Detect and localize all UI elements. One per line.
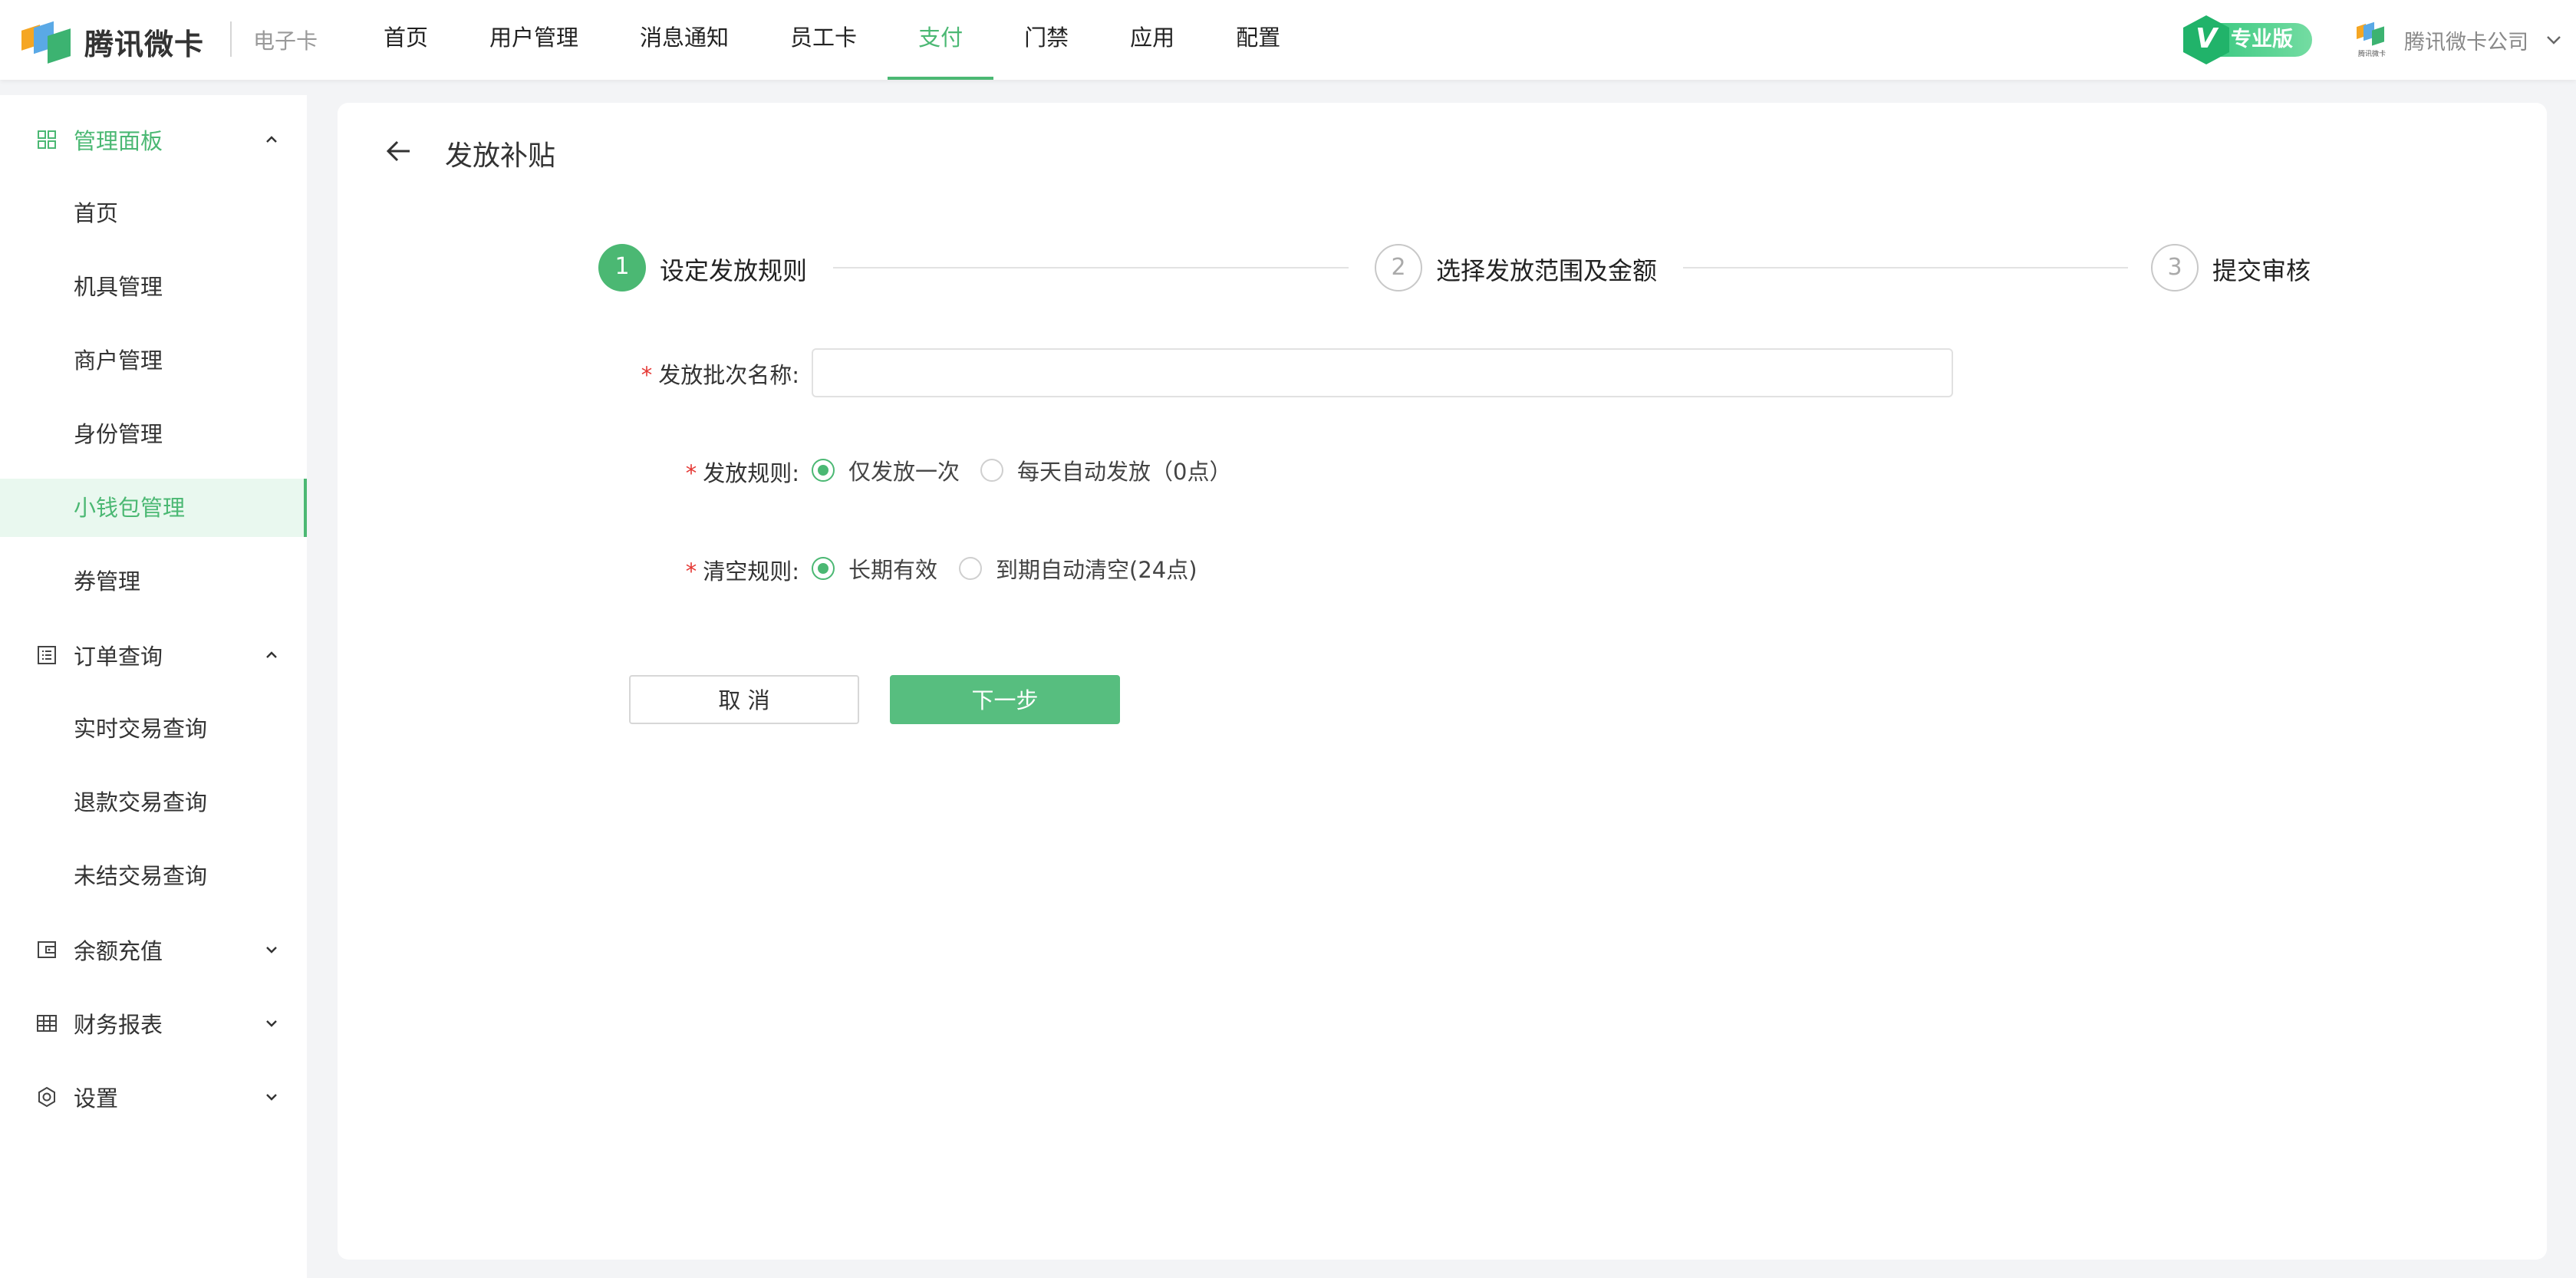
company-logo-caption: 腾讯微卡 [2357, 51, 2386, 58]
issue-rule-label: * 发放规则: [568, 456, 799, 488]
radio-unchecked-icon[interactable] [980, 459, 1003, 482]
clear-rule-label: * 清空规则: [568, 554, 799, 586]
step-3-label: 提交审核 [2212, 256, 2311, 285]
main-nav: 首页 用户管理 消息通知 员工卡 支付 门禁 应用 配置 [353, 0, 1311, 80]
sidebar-item-unsettled-transactions[interactable]: 未结交易查询 [0, 847, 307, 905]
top-bar: 腾讯微卡 电子卡 首页 用户管理 消息通知 员工卡 支付 门禁 应用 配置 V … [0, 0, 2576, 80]
radio-checked-icon[interactable] [812, 557, 835, 580]
sidebar-group-label: 管理面板 [74, 128, 163, 154]
nav-item-apps[interactable]: 应用 [1099, 0, 1205, 80]
sidebar-item-home[interactable]: 首页 [0, 184, 307, 242]
sidebar-group-dashboard[interactable]: 管理面板 [0, 103, 307, 176]
sidebar-item-device-management[interactable]: 机具管理 [0, 258, 307, 316]
sidebar-group-label: 财务报表 [74, 1012, 163, 1038]
sidebar-group-financial-reports[interactable]: 财务报表 [0, 986, 307, 1060]
order-list-icon [38, 646, 56, 664]
required-mark: * [685, 558, 697, 585]
required-mark: * [685, 460, 697, 486]
step-2-label: 选择发放范围及金额 [1436, 256, 1658, 285]
company-switcher[interactable]: 腾讯微卡 腾讯微卡公司 [2354, 18, 2564, 61]
brand-sub-title: 电子卡 [253, 28, 318, 54]
sidebar-group-label: 订单查询 [74, 644, 163, 670]
company-name: 腾讯微卡公司 [2404, 30, 2528, 54]
nav-item-payment[interactable]: 支付 [888, 0, 994, 80]
brand-name: 腾讯微卡 [84, 27, 205, 61]
clear-rule-long-term-option[interactable]: 长期有效 [812, 552, 937, 585]
company-logo-icon: 腾讯微卡 [2354, 21, 2390, 59]
sidebar-group-balance-recharge[interactable]: 余额充值 [0, 913, 307, 986]
sidebar-item-coupon-management[interactable]: 券管理 [0, 552, 307, 611]
nav-item-notifications[interactable]: 消息通知 [609, 0, 759, 80]
step-connector [1683, 267, 2128, 268]
cancel-button[interactable]: 取 消 [629, 675, 859, 724]
required-mark: * [641, 362, 653, 388]
issue-rule-daily-option[interactable]: 每天自动发放（0点） [980, 454, 1231, 486]
nav-item-config[interactable]: 配置 [1205, 0, 1311, 80]
next-step-button[interactable]: 下一步 [890, 675, 1120, 724]
clear-rule-expire-option[interactable]: 到期自动清空(24点) [959, 552, 1197, 585]
sidebar: 管理面板 首页 机具管理 商户管理 身份管理 小钱包管理 券管理 订单查询 实时… [0, 95, 307, 1278]
chevron-down-icon [2547, 36, 2561, 44]
clear-rule-expire-label: 到期自动清空(24点) [996, 557, 1197, 583]
clear-rule-label-text: 清空规则: [703, 558, 799, 585]
sidebar-group-settings[interactable]: 设置 [0, 1060, 307, 1134]
batch-name-label-text: 发放批次名称: [658, 362, 799, 388]
step-2-indicator: 2 [1375, 244, 1422, 292]
sidebar-item-wallet-management[interactable]: 小钱包管理 [0, 479, 307, 537]
step-1-indicator: 1 [598, 244, 646, 292]
step-1-label: 设定发放规则 [660, 256, 808, 285]
nav-item-user-management[interactable]: 用户管理 [459, 0, 609, 80]
main-panel: 发放补贴 1 设定发放规则 2 选择发放范围及金额 3 提交审核 * 发放批次名称… [338, 103, 2547, 1260]
issue-rule-once-option[interactable]: 仅发放一次 [812, 454, 960, 486]
back-arrow-icon[interactable] [382, 135, 414, 167]
brand-logo-icon [21, 21, 74, 64]
table-icon [37, 1015, 57, 1032]
step-3-indicator: 3 [2151, 244, 2199, 292]
sidebar-item-refund-transactions[interactable]: 退款交易查询 [0, 773, 307, 832]
radio-checked-icon[interactable] [812, 459, 835, 482]
issue-rule-label-text: 发放规则: [703, 460, 799, 486]
step-connector [833, 267, 1349, 268]
clear-rule-long-term-label: 长期有效 [848, 557, 938, 583]
batch-name-input[interactable] [812, 348, 1953, 397]
sidebar-group-label: 设置 [74, 1085, 119, 1112]
chevron-down-icon [266, 1020, 277, 1027]
pro-badge-label: 专业版 [2231, 28, 2293, 51]
sidebar-group-label: 余额充值 [74, 938, 163, 964]
page-title: 发放补贴 [445, 140, 556, 172]
sidebar-group-order-query[interactable]: 订单查询 [0, 618, 307, 692]
gear-icon [38, 1086, 55, 1108]
dashboard-icon [38, 130, 56, 149]
radio-unchecked-icon[interactable] [959, 557, 982, 580]
chevron-up-icon [266, 651, 277, 658]
brand-divider [230, 21, 232, 57]
issue-rule-once-label: 仅发放一次 [848, 459, 960, 485]
chevron-down-icon [266, 947, 277, 954]
wallet-icon [38, 941, 56, 958]
nav-item-access-control[interactable]: 门禁 [993, 0, 1099, 80]
brand-logo[interactable]: 腾讯微卡 [21, 20, 205, 64]
chevron-up-icon [266, 136, 277, 143]
pro-version-badge[interactable]: V 专业版 [2183, 15, 2314, 64]
chevron-down-icon [266, 1094, 277, 1101]
batch-name-label: * 发放批次名称: [568, 357, 799, 390]
issue-rule-daily-label: 每天自动发放（0点） [1017, 459, 1232, 485]
sidebar-item-merchant-management[interactable]: 商户管理 [0, 331, 307, 390]
sidebar-item-realtime-transactions[interactable]: 实时交易查询 [0, 700, 307, 758]
nav-item-home[interactable]: 首页 [353, 0, 459, 80]
nav-item-employee-card[interactable]: 员工卡 [759, 0, 888, 80]
sidebar-item-identity-management[interactable]: 身份管理 [0, 405, 307, 463]
